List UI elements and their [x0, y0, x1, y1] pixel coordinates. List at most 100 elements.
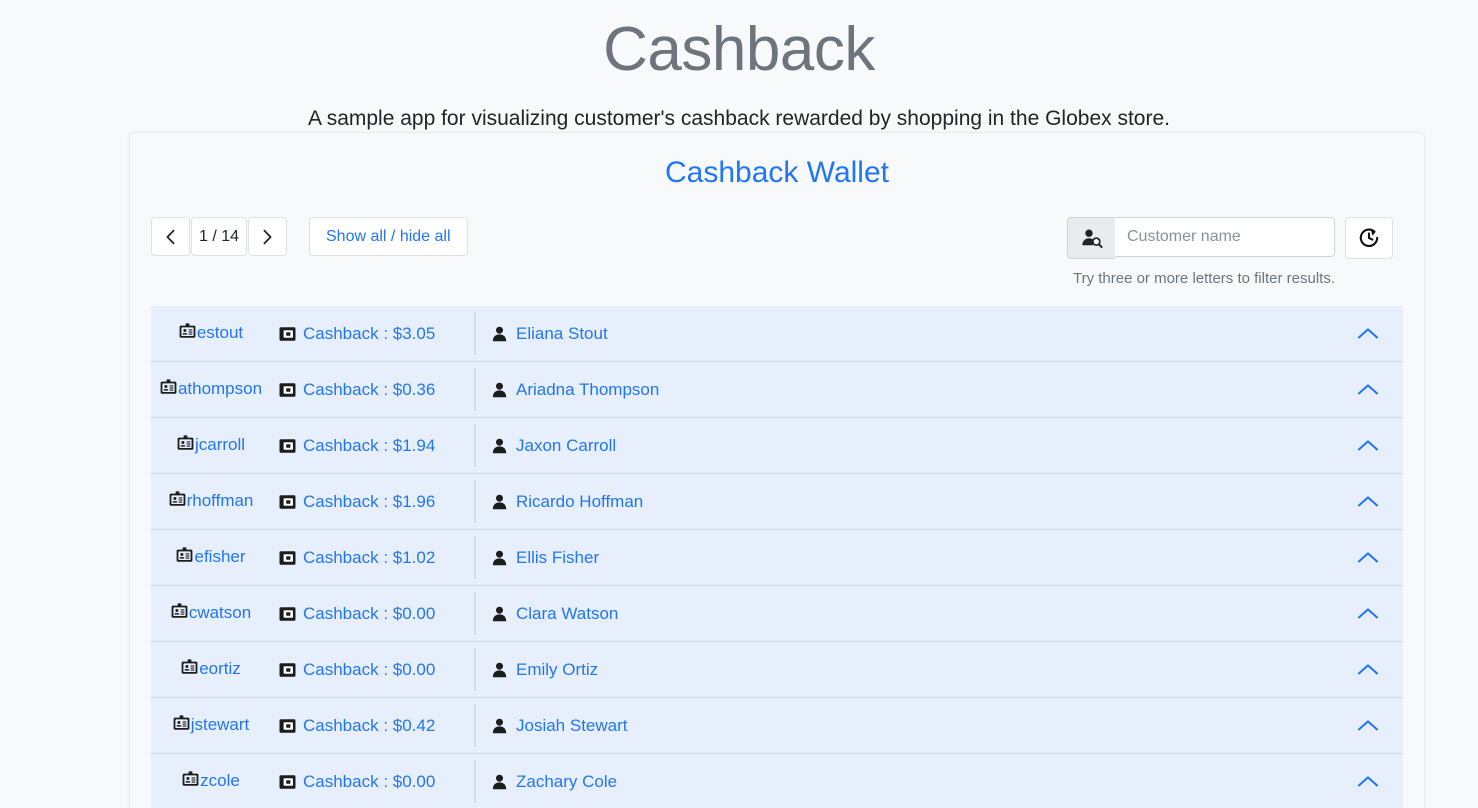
row-cashback-cell[interactable]: Cashback : $0.36	[271, 380, 466, 400]
wallet-icon	[279, 662, 296, 678]
chevron-up-icon	[1357, 663, 1379, 676]
chevron-up-icon	[1357, 551, 1379, 564]
row-username-cell[interactable]: eortiz	[151, 658, 271, 681]
row-collapse-toggle[interactable]	[1333, 775, 1403, 788]
id-badge-icon	[181, 659, 198, 676]
table-row[interactable]: jstewart Cashback : $0.42 Josiah Stewart	[151, 698, 1403, 754]
row-cashback-cell[interactable]: Cashback : $3.05	[271, 324, 466, 344]
row-username-label: athompson	[177, 379, 263, 399]
row-cashback-cell[interactable]: Cashback : $1.94	[271, 436, 466, 456]
next-page-button[interactable]	[248, 217, 287, 256]
chevron-up-icon	[1357, 383, 1379, 396]
person-icon	[492, 718, 507, 734]
row-collapse-toggle[interactable]	[1333, 439, 1403, 452]
row-username-cell[interactable]: athompson	[151, 378, 271, 401]
wallet-icon	[279, 494, 296, 510]
row-collapse-toggle[interactable]	[1333, 663, 1403, 676]
row-username-label: jstewart	[190, 715, 250, 735]
row-divider	[474, 424, 476, 467]
search-input[interactable]	[1115, 217, 1335, 257]
id-badge-icon	[182, 771, 199, 788]
row-username-label: efisher	[194, 547, 246, 567]
row-customer-name-cell[interactable]: Jaxon Carroll	[492, 436, 1333, 456]
id-badge-icon	[177, 435, 194, 452]
row-collapse-toggle[interactable]	[1333, 327, 1403, 340]
row-cashback-cell[interactable]: Cashback : $1.96	[271, 492, 466, 512]
row-customer-name-cell[interactable]: Ariadna Thompson	[492, 380, 1333, 400]
row-customer-name-cell[interactable]: Zachary Cole	[492, 772, 1333, 792]
id-badge-icon	[160, 379, 177, 396]
row-username-cell[interactable]: rhoffman	[151, 490, 271, 513]
id-badge-icon	[179, 323, 196, 340]
table-row[interactable]: athompson Cashback : $0.36 Ariadna Thomp…	[151, 362, 1403, 418]
row-customer-name-label: Zachary Cole	[516, 771, 618, 791]
chevron-up-icon	[1357, 775, 1379, 788]
row-customer-name-label: Ellis Fisher	[516, 547, 600, 567]
wallet-icon	[279, 718, 296, 734]
row-customer-name-cell[interactable]: Emily Ortiz	[492, 660, 1333, 680]
reset-filter-button[interactable]	[1345, 217, 1393, 259]
row-customer-name-cell[interactable]: Josiah Stewart	[492, 716, 1333, 736]
wallet-icon	[279, 382, 296, 398]
table-row[interactable]: jcarroll Cashback : $1.94 Jaxon Carroll	[151, 418, 1403, 474]
search-input-group	[1067, 217, 1335, 259]
table-row[interactable]: rhoffman Cashback : $1.96 Ricardo Hoffma…	[151, 474, 1403, 530]
chevron-up-icon	[1357, 607, 1379, 620]
row-cashback-label: Cashback : $0.00	[303, 603, 436, 623]
row-cashback-cell[interactable]: Cashback : $0.42	[271, 716, 466, 736]
row-cashback-cell[interactable]: Cashback : $0.00	[271, 604, 466, 624]
row-username-cell[interactable]: efisher	[151, 546, 271, 569]
row-customer-name-label: Eliana Stout	[516, 323, 608, 343]
id-badge-icon	[171, 603, 188, 620]
row-username-label: cwatson	[188, 603, 252, 623]
previous-page-button[interactable]	[151, 217, 190, 256]
row-customer-name-cell[interactable]: Ellis Fisher	[492, 548, 1333, 568]
person-icon	[492, 326, 507, 342]
row-customer-name-label: Emily Ortiz	[516, 659, 599, 679]
row-customer-name-cell[interactable]: Eliana Stout	[492, 324, 1333, 344]
chevron-right-icon	[262, 229, 273, 245]
row-collapse-toggle[interactable]	[1333, 383, 1403, 396]
chevron-up-icon	[1357, 495, 1379, 508]
row-cashback-cell[interactable]: Cashback : $1.02	[271, 548, 466, 568]
row-collapse-toggle[interactable]	[1333, 495, 1403, 508]
app-page: Cashback A sample app for visualizing cu…	[0, 0, 1478, 808]
row-cashback-cell[interactable]: Cashback : $0.00	[271, 660, 466, 680]
row-collapse-toggle[interactable]	[1333, 719, 1403, 732]
row-cashback-label: Cashback : $0.36	[303, 379, 436, 399]
wallet-icon	[279, 606, 296, 622]
row-divider	[474, 312, 476, 355]
row-cashback-label: Cashback : $0.00	[303, 659, 436, 679]
table-row[interactable]: eortiz Cashback : $0.00 Emily Ortiz	[151, 642, 1403, 698]
row-username-cell[interactable]: zcole	[151, 770, 271, 793]
row-customer-name-cell[interactable]: Ricardo Hoffman	[492, 492, 1333, 512]
wallet-icon	[279, 326, 296, 342]
row-customer-name-label: Clara Watson	[516, 603, 619, 623]
page-header: Cashback A sample app for visualizing cu…	[0, 0, 1478, 133]
row-username-cell[interactable]: jstewart	[151, 714, 271, 737]
row-customer-name-label: Ariadna Thompson	[516, 379, 660, 399]
row-cashback-cell[interactable]: Cashback : $0.00	[271, 772, 466, 792]
search-row	[1067, 217, 1393, 259]
row-customer-name-label: Jaxon Carroll	[516, 435, 617, 455]
toolbar-right: Try three or more letters to filter resu…	[1067, 217, 1403, 288]
table-row[interactable]: estout Cashback : $3.05 Eliana Stout	[151, 306, 1403, 362]
row-divider	[474, 536, 476, 579]
person-icon	[492, 606, 507, 622]
show-all-hide-all-button[interactable]: Show all / hide all	[309, 217, 468, 256]
table-row[interactable]: cwatson Cashback : $0.00 Clara Watson	[151, 586, 1403, 642]
row-username-cell[interactable]: estout	[151, 322, 271, 345]
id-badge-icon	[173, 715, 190, 732]
row-username-label: estout	[196, 323, 244, 343]
table-row[interactable]: zcole Cashback : $0.00 Zachary Cole	[151, 754, 1403, 808]
row-collapse-toggle[interactable]	[1333, 551, 1403, 564]
row-username-cell[interactable]: jcarroll	[151, 434, 271, 457]
row-collapse-toggle[interactable]	[1333, 607, 1403, 620]
row-divider	[474, 760, 476, 803]
toolbar-left: 1 / 14 Show all / hide all	[151, 217, 468, 256]
row-username-cell[interactable]: cwatson	[151, 602, 271, 625]
row-customer-name-cell[interactable]: Clara Watson	[492, 604, 1333, 624]
cashback-wallet-card: Cashback Wallet 1 / 14 Show all / hide a…	[129, 132, 1425, 808]
table-row[interactable]: efisher Cashback : $1.02 Ellis Fisher	[151, 530, 1403, 586]
chevron-up-icon	[1357, 439, 1379, 452]
